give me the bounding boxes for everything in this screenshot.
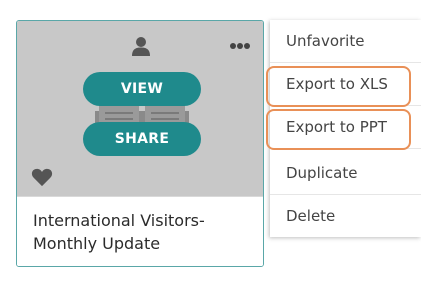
- more-icon[interactable]: [229, 41, 251, 51]
- menu-item-unfavorite[interactable]: Unfavorite: [270, 20, 421, 63]
- menu-item-delete[interactable]: Delete: [270, 194, 421, 237]
- share-button[interactable]: SHARE: [83, 122, 201, 156]
- menu-item-duplicate[interactable]: Duplicate: [270, 152, 421, 195]
- user-icon[interactable]: [130, 35, 152, 57]
- highlight-export-xls: [266, 66, 411, 107]
- highlight-export-ppt: [266, 109, 411, 150]
- card-footer: International Visitors-Monthly Update: [17, 196, 263, 266]
- view-button[interactable]: VIEW: [83, 72, 201, 106]
- heart-icon[interactable]: [31, 167, 53, 187]
- card-title[interactable]: International Visitors-Monthly Update: [33, 209, 253, 255]
- card-thumbnail: VIEW SHARE: [17, 21, 263, 196]
- dashboard-card[interactable]: VIEW SHARE International Visitors-Monthl…: [16, 20, 264, 267]
